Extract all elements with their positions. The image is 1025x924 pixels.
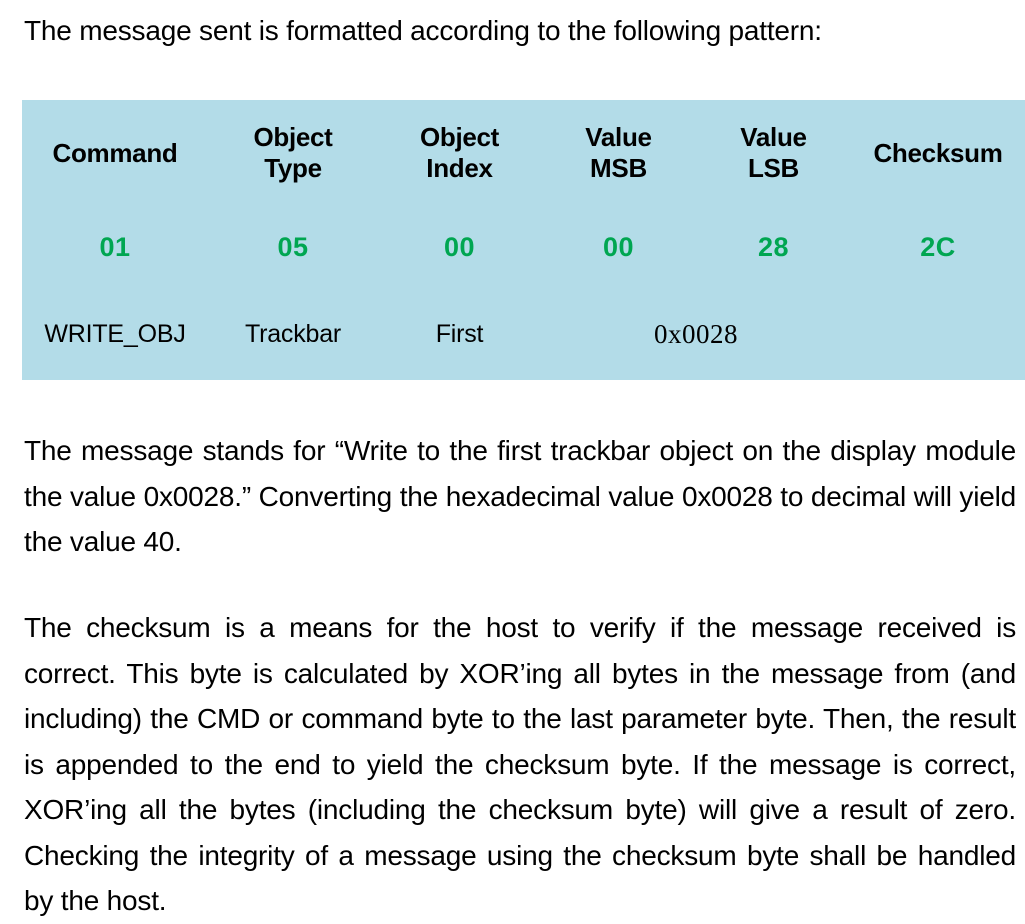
table-header-value-lsb: Value LSB [696, 100, 851, 206]
hex-value-value-lsb: 28 [757, 232, 790, 262]
explanation-paragraph-1: The message stands for “Write to the fir… [24, 435, 1016, 557]
header-object-type-line2: Type [264, 153, 322, 183]
description-object-type: Trackbar [244, 320, 342, 348]
hex-value-command: 01 [99, 232, 131, 262]
hex-value-object-type: 05 [277, 232, 309, 262]
header-object-type-line1: Object [253, 122, 333, 152]
header-value-msb-line2: MSB [590, 153, 647, 183]
header-value-lsb-line2: LSB [747, 153, 800, 183]
table-header-value-msb: Value MSB [541, 100, 696, 206]
description-command: WRITE_OBJ [44, 320, 186, 348]
header-object-index-line2: Index [426, 153, 493, 183]
hex-value-value-msb: 00 [602, 232, 635, 262]
header-checksum-line1: Checksum [873, 137, 1003, 168]
header-object-index-line1: Object [419, 122, 500, 152]
description-value-combined: 0x0028 [654, 319, 738, 349]
header-value-lsb-line1: Value [740, 122, 807, 152]
header-value-msb-line1: Value [585, 122, 652, 152]
message-format-table: Command Object Type Object Index Value M… [22, 100, 1025, 380]
description-object-index: First [435, 320, 484, 348]
table-header-command: Command [22, 100, 208, 206]
description-checksum [851, 289, 1025, 380]
hex-value-checksum: 2C [920, 232, 956, 262]
header-command-line1: Command [52, 137, 178, 168]
table-header-object-index: Object Index [378, 100, 541, 206]
table-header-object-type: Object Type [208, 100, 378, 206]
hex-value-object-index: 00 [443, 232, 476, 262]
intro-paragraph: The message sent is formatted according … [24, 15, 822, 46]
table-grid: Command Object Type Object Index Value M… [22, 100, 1025, 380]
table-header-checksum: Checksum [851, 100, 1025, 206]
checksum-paragraph: The checksum is a means for the host to … [24, 612, 1016, 916]
